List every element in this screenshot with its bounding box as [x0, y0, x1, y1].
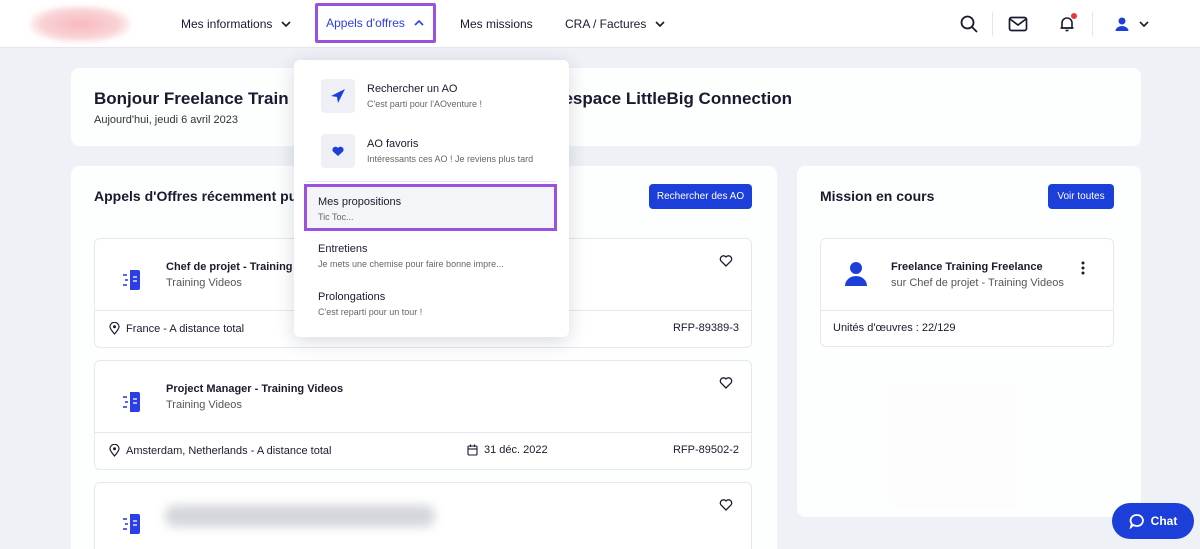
user-icon	[1115, 17, 1129, 31]
logo[interactable]	[30, 6, 130, 42]
nav-cra-factures[interactable]: CRA / Factures	[565, 0, 666, 48]
send-icon-box	[321, 79, 355, 113]
welcome-title-end: tre espace LittleBig Connection	[537, 89, 793, 108]
welcome-title-start: Bonjour Freelance Train	[94, 89, 289, 108]
messages-button[interactable]	[1006, 12, 1030, 36]
dropdown-item-description: C'est reparti pour un tour !	[318, 307, 423, 317]
search-offers-button[interactable]: Rechercher des AO	[649, 184, 752, 209]
chat-bubble-icon	[1129, 514, 1144, 529]
dropdown-item-description: C'est parti pour l'AOventure !	[367, 99, 482, 109]
notifications-button[interactable]	[1055, 12, 1079, 36]
nav-cra-factures-label: CRA / Factures	[565, 17, 647, 31]
offer-title: Chef de projet - Training	[166, 261, 293, 273]
mission-subtitle: sur Chef de projet - Training Videos	[891, 277, 1064, 289]
mission-item[interactable]: Freelance Training Freelance sur Chef de…	[820, 238, 1114, 347]
notification-dot	[1071, 13, 1077, 19]
offer-card[interactable]	[94, 482, 752, 549]
nav-mes-informations-label: Mes informations	[181, 17, 273, 31]
dropdown-item-ao-favoris[interactable]: AO favoris Intéressants ces AO ! Je revi…	[294, 129, 569, 177]
offer-reference: RFP-89502-2	[672, 444, 739, 456]
offer-subtitle: Training Videos	[166, 277, 242, 289]
heart-icon[interactable]	[719, 254, 733, 268]
nav-appels-doffres[interactable]: Appels d'offres	[315, 3, 436, 43]
dropdown-divider	[306, 181, 557, 182]
nav-mes-missions[interactable]: Mes missions	[460, 0, 533, 48]
chevron-down-icon	[1139, 21, 1149, 28]
offer-card[interactable]: Project Manager - Training Videos Traini…	[94, 360, 752, 470]
divider	[992, 12, 993, 36]
heart-icon-box	[321, 134, 355, 168]
dropdown-item-label: Entretiens	[318, 243, 368, 255]
offer-location-text: France - A distance total	[126, 322, 245, 335]
dropdown-item-prolongations[interactable]: Prolongations C'est reparti pour un tour…	[294, 284, 569, 328]
view-all-missions-button[interactable]: Voir toutes	[1048, 184, 1114, 209]
location-pin-icon	[109, 444, 120, 457]
mail-icon	[1008, 16, 1028, 32]
more-options-icon[interactable]	[1079, 260, 1087, 276]
welcome-title: Bonjour Freelance Train tre espace Littl…	[94, 89, 792, 109]
user-icon	[845, 262, 867, 286]
document-icon	[123, 392, 140, 412]
nav-mes-informations[interactable]: Mes informations	[181, 0, 292, 48]
offer-reference: RFP-89389-3	[672, 322, 739, 334]
mission-divider	[821, 310, 1113, 311]
current-mission-title: Mission en cours	[820, 188, 935, 204]
mission-units: Unités d'œuvres : 22/129	[833, 322, 956, 334]
offer-title: Project Manager - Training Videos	[166, 383, 344, 395]
offer-subtitle: Training Videos	[166, 399, 242, 411]
document-icon	[123, 514, 140, 534]
offer-date-text: 31 déc. 2022	[484, 444, 548, 456]
dropdown-item-label: AO favoris	[367, 138, 419, 150]
chevron-up-icon	[414, 19, 424, 26]
send-icon	[331, 89, 345, 103]
offer-divider	[95, 432, 751, 433]
dropdown-item-label: Rechercher un AO	[367, 83, 458, 95]
search-icon	[960, 15, 978, 33]
dropdown-item-rechercher-ao[interactable]: Rechercher un AO C'est parti pour l'AOve…	[294, 74, 569, 122]
divider	[1092, 12, 1093, 36]
dropdown-item-entretiens[interactable]: Entretiens Je mets une chemise pour fair…	[294, 236, 569, 280]
calendar-icon	[467, 444, 478, 456]
heart-icon[interactable]	[719, 498, 733, 512]
dropdown-item-description: Je mets une chemise pour faire bonne imp…	[318, 259, 504, 269]
location-pin-icon	[109, 322, 120, 335]
nav-mes-missions-label: Mes missions	[460, 17, 533, 31]
document-icon	[123, 270, 140, 290]
chevron-down-icon	[281, 21, 291, 28]
offer-location-text: Amsterdam, Netherlands - A distance tota…	[126, 444, 332, 457]
offer-date: 31 déc. 2022	[467, 444, 548, 456]
chat-button[interactable]: Chat	[1112, 503, 1194, 539]
heart-icon	[332, 146, 344, 156]
dropdown-item-mes-propositions[interactable]: Mes propositions Tic Toc...	[304, 184, 557, 231]
top-navigation-bar: Mes informations Appels d'offres Mes mis…	[0, 0, 1200, 48]
offer-location: France - A distance total	[109, 322, 244, 335]
welcome-date: Aujourd'hui, jeudi 6 avril 2023	[94, 114, 238, 126]
dropdown-item-description: Intéressants ces AO ! Je reviens plus ta…	[367, 154, 534, 164]
nav-appels-doffres-label: Appels d'offres	[326, 16, 405, 30]
chevron-down-icon	[655, 21, 665, 28]
dropdown-item-label: Mes propositions	[318, 196, 402, 208]
dropdown-item-label: Prolongations	[318, 291, 386, 303]
recent-offers-title: Appels d'Offres récemment pu	[94, 188, 298, 204]
heart-icon[interactable]	[719, 376, 733, 390]
mission-name: Freelance Training Freelance	[891, 261, 1043, 273]
user-menu[interactable]	[1110, 12, 1154, 36]
offer-title-redacted	[165, 505, 435, 527]
offer-location: Amsterdam, Netherlands - A distance tota…	[109, 444, 331, 457]
chat-label: Chat	[1150, 514, 1178, 528]
search-button[interactable]	[957, 12, 981, 36]
dropdown-item-description: Tic Toc...	[318, 212, 354, 222]
